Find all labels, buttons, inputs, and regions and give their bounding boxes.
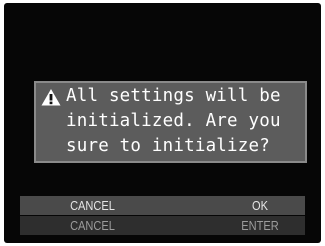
ok-button[interactable]: OK — [222, 196, 299, 215]
softkey-row-primary: CANCEL OK — [20, 196, 305, 215]
enter-key-hint[interactable]: ENTER — [222, 216, 299, 235]
cancel-button[interactable]: CANCEL — [31, 196, 154, 215]
softkey-row-secondary: CANCEL ENTER — [20, 216, 305, 235]
warning-icon — [41, 88, 61, 106]
confirm-initialize-dialog: All settings will be initialized. Are yo… — [34, 81, 307, 163]
dialog-message: All settings will be initialized. Are yo… — [66, 86, 281, 156]
softkey-bar: CANCEL OK CANCEL ENTER — [20, 196, 305, 238]
cancel-key-hint[interactable]: CANCEL — [31, 216, 154, 235]
camera-screen: All settings will be initialized. Are yo… — [4, 3, 321, 243]
